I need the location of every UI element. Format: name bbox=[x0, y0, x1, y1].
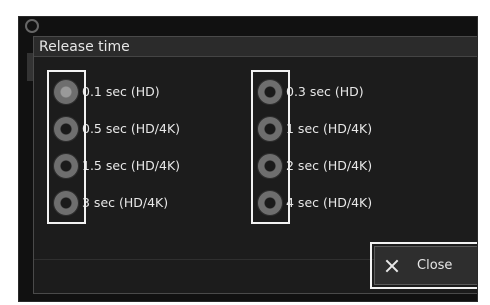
radio-button-icon[interactable] bbox=[257, 152, 283, 179]
radio-label: 0.1 sec (HD) bbox=[82, 84, 160, 99]
radio-button-icon[interactable] bbox=[53, 78, 79, 105]
background-header bbox=[19, 17, 477, 35]
radio-option-3-sec[interactable]: 3 sec (HD/4K) bbox=[52, 184, 180, 221]
radio-option-0-1-sec[interactable]: 0.1 sec (HD) bbox=[52, 73, 180, 110]
radio-label: 3 sec (HD/4K) bbox=[82, 195, 169, 210]
close-button-label: Close bbox=[417, 258, 453, 273]
radio-label: 2 sec (HD/4K) bbox=[286, 158, 373, 173]
radio-button-icon[interactable] bbox=[53, 115, 79, 142]
dialog-title: Release time bbox=[34, 37, 477, 57]
radio-option-0-5-sec[interactable]: 0.5 sec (HD/4K) bbox=[52, 110, 180, 147]
radio-button-icon[interactable] bbox=[53, 189, 79, 216]
gear-icon bbox=[25, 19, 39, 33]
radio-option-0-3-sec[interactable]: 0.3 sec (HD) bbox=[256, 73, 372, 110]
options-column-right: 0.3 sec (HD) 1 sec (HD/4K) 2 sec (HD/4K)… bbox=[251, 70, 372, 224]
radio-button-icon[interactable] bbox=[257, 78, 283, 105]
options-column-left: 0.1 sec (HD) 0.5 sec (HD/4K) 1.5 sec (HD… bbox=[47, 70, 180, 224]
radio-option-1-5-sec[interactable]: 1.5 sec (HD/4K) bbox=[52, 147, 180, 184]
radio-button-icon[interactable] bbox=[257, 115, 283, 142]
radio-button-icon[interactable] bbox=[53, 152, 79, 179]
radio-button-icon[interactable] bbox=[257, 189, 283, 216]
radio-option-2-sec[interactable]: 2 sec (HD/4K) bbox=[256, 147, 372, 184]
radio-label: 0.5 sec (HD/4K) bbox=[82, 121, 181, 136]
close-button[interactable]: Close bbox=[374, 246, 477, 285]
radio-label: 1 sec (HD/4K) bbox=[286, 121, 373, 136]
device-screen: Release time 0.1 sec (HD) 0.5 sec (HD/4K… bbox=[18, 16, 478, 302]
radio-label: 1.5 sec (HD/4K) bbox=[82, 158, 181, 173]
radio-label: 0.3 sec (HD) bbox=[286, 84, 364, 99]
radio-option-4-sec[interactable]: 4 sec (HD/4K) bbox=[256, 184, 372, 221]
radio-label: 4 sec (HD/4K) bbox=[286, 195, 373, 210]
close-icon bbox=[385, 259, 399, 273]
radio-option-1-sec[interactable]: 1 sec (HD/4K) bbox=[256, 110, 372, 147]
